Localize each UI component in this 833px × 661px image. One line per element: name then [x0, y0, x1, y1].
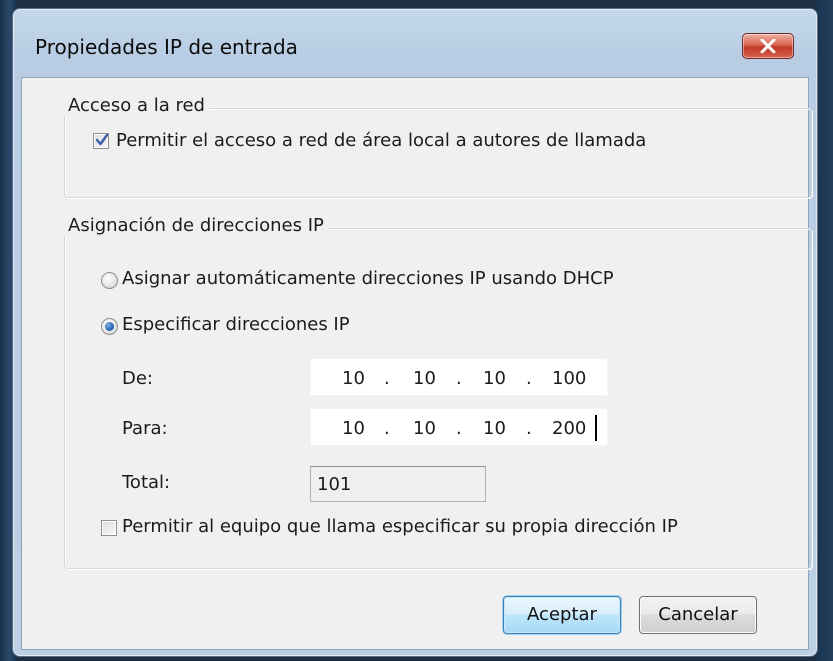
- close-button[interactable]: [742, 33, 794, 59]
- ip-separator: .: [526, 418, 532, 439]
- specify-ip-radio[interactable]: [101, 318, 118, 335]
- total-value: 101: [317, 474, 352, 495]
- checkmark-icon: [95, 133, 109, 146]
- network-access-legend: Acceso a la red: [64, 95, 209, 116]
- radio-selected-dot: [105, 322, 114, 331]
- from-ip-octet-4[interactable]: 100: [552, 368, 586, 389]
- dialog-client-area: Acceso a la red Permitir el acceso a red…: [21, 77, 812, 650]
- network-access-group: [64, 108, 812, 198]
- ip-separator: .: [384, 418, 390, 439]
- caller-ip-checkbox[interactable]: [101, 520, 117, 536]
- to-ip-octet-3[interactable]: 10: [483, 418, 506, 439]
- from-label: De:: [122, 368, 153, 389]
- ip-assignment-legend: Asignación de direcciones IP: [64, 215, 328, 236]
- ip-separator: .: [384, 368, 390, 389]
- dhcp-label[interactable]: Asignar automáticamente direcciones IP u…: [122, 268, 614, 289]
- to-ip-octet-1[interactable]: 10: [342, 418, 365, 439]
- from-ip-octet-3[interactable]: 10: [483, 368, 506, 389]
- ip-separator: .: [526, 368, 532, 389]
- specify-ip-label[interactable]: Especificar direcciones IP: [122, 314, 350, 335]
- dhcp-radio[interactable]: [101, 272, 118, 289]
- ip-properties-dialog: Propiedades IP de entrada Acceso a la re…: [12, 8, 818, 657]
- ip-separator: .: [456, 368, 462, 389]
- to-label: Para:: [122, 418, 168, 439]
- to-ip-field[interactable]: 10 . 10 . 10 . 200: [310, 408, 608, 446]
- dialog-title: Propiedades IP de entrada: [35, 35, 298, 59]
- cancel-button[interactable]: Cancelar: [639, 596, 757, 634]
- accept-button[interactable]: Aceptar: [503, 596, 621, 634]
- from-ip-octet-2[interactable]: 10: [413, 368, 436, 389]
- title-bar[interactable]: Propiedades IP de entrada: [13, 9, 817, 85]
- close-icon: [760, 39, 776, 53]
- allow-lan-checkbox[interactable]: [93, 133, 109, 149]
- total-label: Total:: [122, 472, 171, 493]
- from-ip-field[interactable]: 10 . 10 . 10 . 100: [310, 358, 608, 396]
- ip-separator: .: [456, 418, 462, 439]
- from-ip-octet-1[interactable]: 10: [342, 368, 365, 389]
- caller-ip-label[interactable]: Permitir al equipo que llama especificar…: [122, 516, 678, 537]
- desktop-background-right: [817, 0, 833, 661]
- text-cursor: [595, 415, 597, 441]
- to-ip-octet-2[interactable]: 10: [413, 418, 436, 439]
- to-ip-octet-4[interactable]: 200: [552, 418, 586, 439]
- allow-lan-label[interactable]: Permitir el acceso a red de área local a…: [116, 130, 646, 151]
- total-field: 101: [310, 466, 486, 502]
